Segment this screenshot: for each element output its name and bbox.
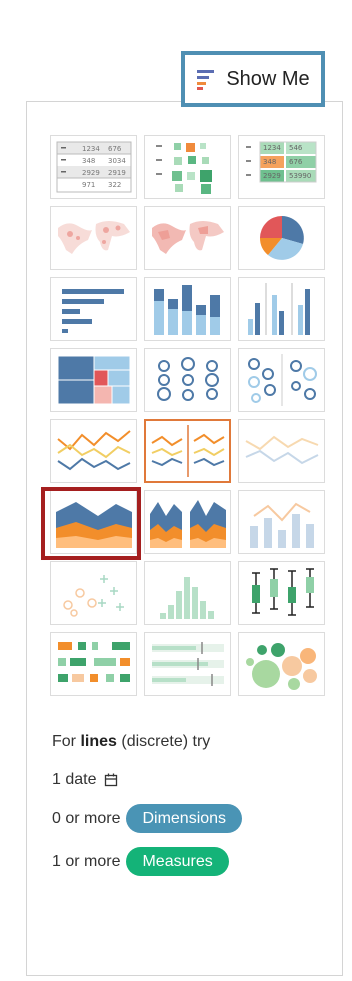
measures-pill: Measures: [126, 847, 229, 876]
chart-thumb-dual-lines[interactable]: [238, 419, 325, 483]
chart-thumb-side-by-side-circles[interactable]: [238, 348, 325, 412]
text-table-value: 971: [82, 181, 95, 189]
measures-count-text: 1 or more: [52, 852, 121, 870]
highlight-table-value: 546: [289, 144, 303, 152]
chart-thumb-side-by-side-bars[interactable]: [238, 277, 325, 341]
text-table-value: 2919: [108, 169, 126, 177]
text-table-value: 1234: [82, 145, 100, 153]
highlight-table-value: 348: [263, 158, 276, 166]
chart-thumb-stacked-bars[interactable]: [144, 277, 231, 341]
chart-thumb-dual-combination[interactable]: [238, 490, 325, 554]
show-me-tab[interactable]: Show Me: [181, 51, 325, 107]
calendar-icon: [105, 773, 118, 787]
hint-text: For lines (discrete) try: [52, 733, 211, 750]
chart-thumb-packed-bubbles[interactable]: [238, 632, 325, 696]
chart-thumb-discrete-lines[interactable]: [144, 419, 231, 483]
highlight-table-value: 53990: [289, 172, 311, 180]
chart-thumb-circle-views[interactable]: [144, 348, 231, 412]
dimensions-pill: Dimensions: [126, 804, 243, 833]
highlight-table-value: 1234: [263, 144, 281, 152]
text-table-value: 348: [82, 157, 95, 165]
requirement-dimensions: 0 or more Dimensions: [52, 804, 243, 833]
text-table-value: 322: [108, 181, 121, 189]
chart-thumb-gantt-chart[interactable]: [50, 632, 137, 696]
show-me-icon: [197, 70, 215, 90]
chart-thumb-treemap[interactable]: [50, 348, 137, 412]
text-table-value: 676: [108, 145, 122, 153]
chart-thumb-highlight-table[interactable]: 1234 546 348 676 2929 53990: [238, 135, 325, 199]
text-table-value: 2929: [82, 169, 100, 177]
chart-thumb-text-table[interactable]: 1234 676 348 3034 2929 2919 971 322: [50, 135, 137, 199]
text-table-value: 3034: [108, 157, 126, 165]
requirement-date: 1 date: [52, 771, 118, 789]
chart-thumb-scatter-plot[interactable]: [50, 561, 137, 625]
chart-type-grid: 1234 676 348 3034 2929 2919 971 322 1234…: [50, 135, 325, 696]
dimensions-count-text: 0 or more: [52, 809, 121, 827]
show-me-label: Show Me: [226, 67, 310, 90]
requirement-measures: 1 or more Measures: [52, 847, 229, 876]
chart-thumb-continuous-area[interactable]: [50, 490, 137, 554]
chart-thumb-pie-chart[interactable]: [238, 206, 325, 270]
highlight-table-value: 676: [289, 158, 303, 166]
chart-thumb-histogram[interactable]: [144, 561, 231, 625]
chart-thumb-horizontal-bars[interactable]: [50, 277, 137, 341]
hint-chart-name: lines: [80, 733, 117, 750]
highlight-table-value: 2929: [263, 172, 281, 180]
chart-thumb-symbol-map[interactable]: [50, 206, 137, 270]
chart-thumb-discrete-area[interactable]: [144, 490, 231, 554]
chart-thumb-filled-map[interactable]: [144, 206, 231, 270]
chart-thumb-box-and-whisker[interactable]: [238, 561, 325, 625]
chart-thumb-continuous-lines[interactable]: [50, 419, 137, 483]
chart-thumb-bullet-graph[interactable]: [144, 632, 231, 696]
date-requirement-text: 1 date: [52, 771, 97, 788]
chart-thumb-heat-map[interactable]: [144, 135, 231, 199]
